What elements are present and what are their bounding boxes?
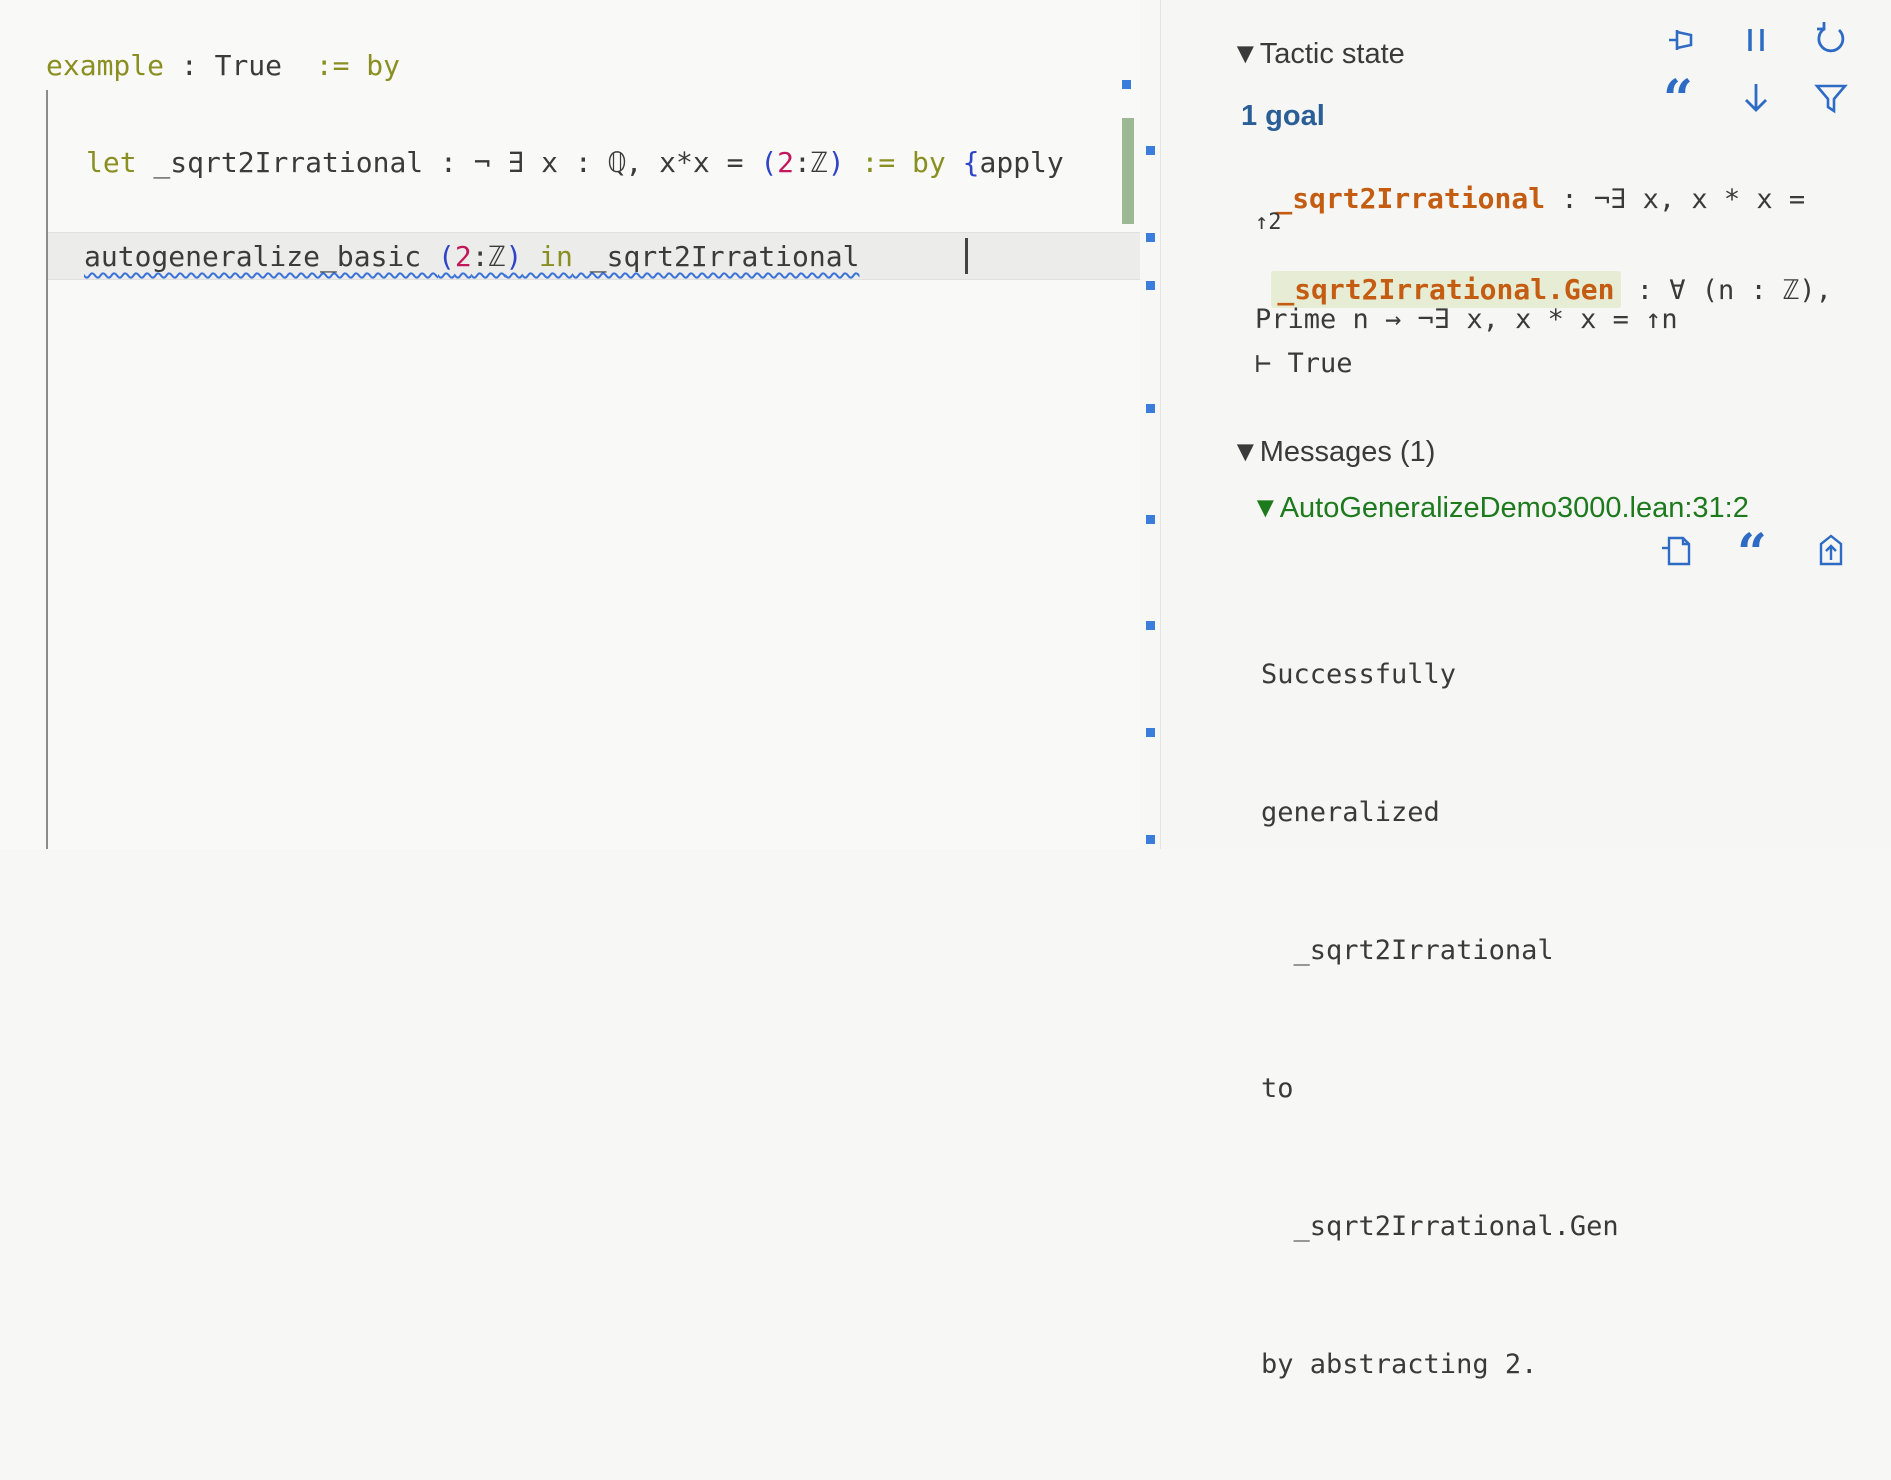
message-line: _sqrt2Irrational.Gen (1261, 1211, 1619, 1242)
type-ascription: :ℤ (471, 240, 506, 273)
message-line: to (1261, 1073, 1294, 1104)
hypothesis-type-cont: Prime n → ¬∃ x, x * x = ↑n (1255, 304, 1678, 335)
ruler-mark (1146, 728, 1155, 737)
message-body: Successfully generalized _sqrt2Irrationa… (1261, 560, 1619, 1480)
paren-open: ( (438, 240, 455, 273)
pin-icon[interactable] (1661, 20, 1701, 60)
paren-close: ) (827, 146, 845, 179)
indent-guide (46, 90, 48, 849)
goal-count: 1 goal (1241, 100, 1325, 132)
ruler-mark (1146, 233, 1155, 242)
tactic-command: autogeneralize_basic (84, 240, 439, 273)
keyword-by: := by (298, 49, 401, 82)
signature-text: : True (164, 49, 299, 82)
text-cursor (965, 238, 968, 274)
hypothesis-type-cont: ↑2 (1255, 210, 1282, 235)
message-line: Successfully (1261, 659, 1457, 690)
code-line-3[interactable]: autogeneralize_basic (2:ℤ) in _sqrt2Irra… (84, 240, 859, 274)
message-line: _sqrt2Irrational (1261, 935, 1554, 966)
truncated-code: apply (979, 146, 1064, 179)
quote-icon[interactable]: “ (1737, 528, 1767, 580)
arrow-down-icon[interactable] (1736, 78, 1776, 118)
paren-close: ) (505, 240, 523, 273)
message-location-link[interactable]: ▼AutoGeneralizeDemo3000.lean:31:2 (1251, 492, 1749, 525)
code-line-2[interactable]: let _sqrt2Irrational : ¬ ∃ x : ℚ, x*x = … (86, 146, 1064, 180)
pause-icon[interactable] (1736, 20, 1776, 60)
ruler-mark (1146, 281, 1155, 290)
hypothesis-1: _sqrt2Irrational : ¬∃ x, x * x = (1255, 163, 1805, 234)
copy-to-comment-icon[interactable] (1657, 530, 1697, 570)
ruler-mark (1146, 835, 1155, 844)
hypothesis-type: : ∀ (n : ℤ), (1620, 275, 1832, 306)
refresh-icon[interactable] (1811, 18, 1851, 58)
type-ascription: :ℤ (794, 146, 828, 179)
keyword-example: example (46, 49, 165, 82)
ruler-mark (1122, 80, 1131, 89)
hypothesis-type: : ¬∃ x, x * x = (1545, 184, 1806, 215)
infoview-panel: ▼Tactic state 1 goal “ _sqrt2Irrational … (1160, 0, 1891, 1380)
keyword-in: in (522, 240, 573, 273)
paren-open: ( (760, 146, 778, 179)
keyword-by: := by (844, 146, 963, 179)
hypothesis-name[interactable]: _sqrt2Irrational.Gen (1271, 271, 1621, 308)
code-editor[interactable]: example : True := by let _sqrt2Irrationa… (0, 0, 1140, 849)
target-identifier: _sqrt2Irrational (572, 240, 860, 273)
ruler-mark (1146, 515, 1155, 524)
brace-open: { (962, 146, 980, 179)
hypothesis-name[interactable]: _sqrt2Irrational (1275, 182, 1545, 215)
tactic-state-header[interactable]: ▼Tactic state (1231, 38, 1405, 71)
number-literal: 2 (777, 146, 795, 179)
let-binding-text: _sqrt2Irrational : ¬ ∃ x : ℚ, x*x = (136, 146, 761, 179)
ruler-mark (1146, 146, 1155, 155)
messages-header[interactable]: ▼Messages (1) (1231, 436, 1435, 469)
ruler-mark (1146, 404, 1155, 413)
filter-icon[interactable] (1811, 78, 1851, 118)
message-line: generalized (1261, 797, 1440, 828)
message-line: by abstracting 2. (1261, 1349, 1538, 1380)
keyword-let: let (86, 146, 137, 179)
ruler-mark (1146, 621, 1155, 630)
quote-icon[interactable]: “ (1663, 74, 1693, 126)
code-line-1[interactable]: example : True := by (46, 49, 400, 83)
overview-ruler[interactable] (1122, 0, 1155, 849)
number-literal: 2 (454, 240, 472, 273)
goal-target: ⊢ True (1255, 348, 1353, 379)
goto-location-icon[interactable] (1811, 530, 1851, 570)
